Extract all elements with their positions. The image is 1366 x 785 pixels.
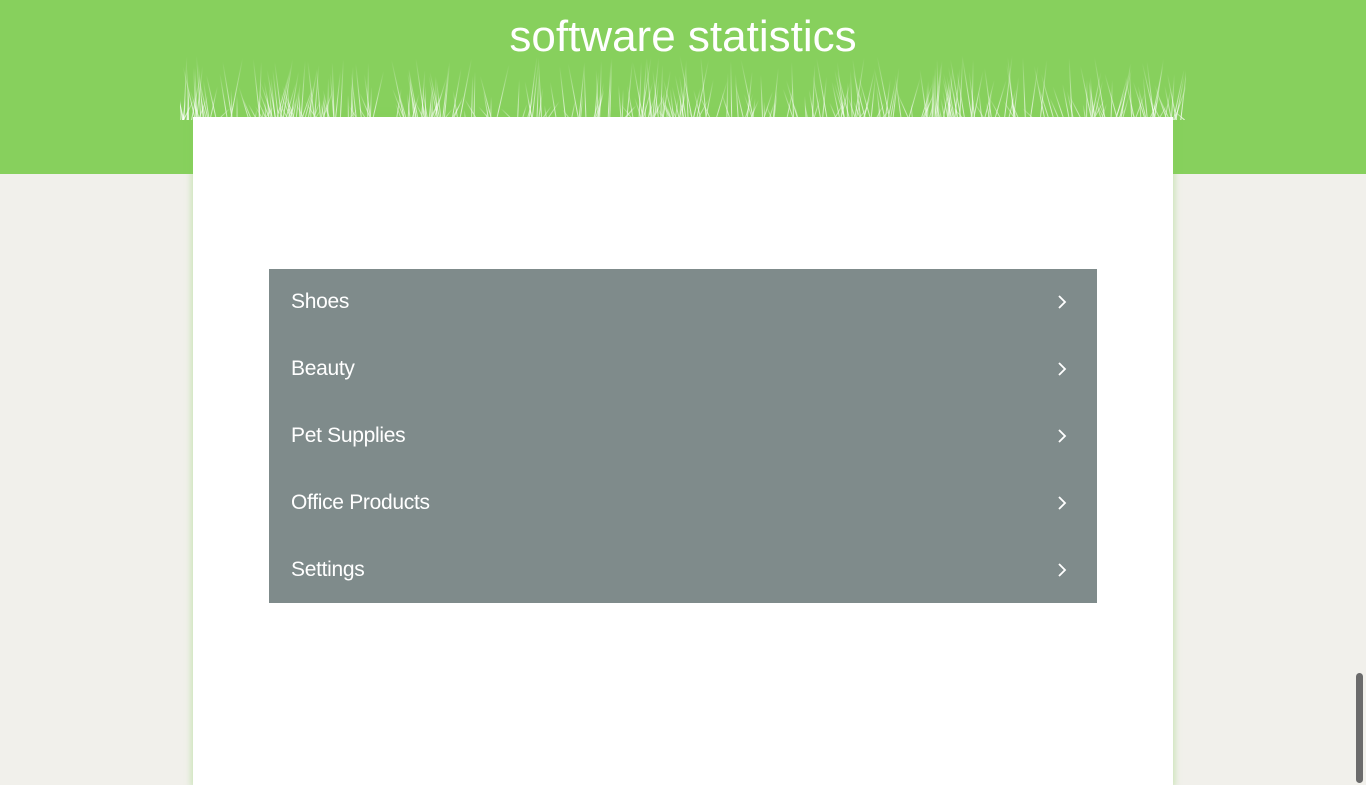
- menu-item-label: Settings: [291, 557, 365, 581]
- category-menu: Shoes Beauty Pet Supplies Office Product…: [269, 269, 1097, 603]
- scrollbar-thumb[interactable]: [1356, 673, 1363, 783]
- chevron-right-icon: [1058, 496, 1067, 510]
- chevron-right-icon: [1058, 429, 1067, 443]
- menu-item-label: Pet Supplies: [291, 423, 406, 447]
- site-title: software statistics: [509, 12, 857, 61]
- menu-item-office-products[interactable]: Office Products: [269, 469, 1097, 536]
- menu-item-label: Shoes: [291, 290, 350, 314]
- menu-item-shoes[interactable]: Shoes: [269, 269, 1097, 336]
- chevron-right-icon: [1058, 295, 1067, 310]
- chevron-right-icon: [1058, 362, 1067, 376]
- menu-item-pet-supplies[interactable]: Pet Supplies: [269, 403, 1097, 470]
- menu-item-settings[interactable]: Settings: [269, 536, 1097, 603]
- chevron-right-icon: [1058, 562, 1067, 577]
- content-card: Shoes Beauty Pet Supplies Office Product…: [193, 117, 1173, 785]
- menu-item-label: Beauty: [291, 357, 355, 381]
- menu-item-beauty[interactable]: Beauty: [269, 336, 1097, 403]
- menu-item-label: Office Products: [291, 490, 430, 514]
